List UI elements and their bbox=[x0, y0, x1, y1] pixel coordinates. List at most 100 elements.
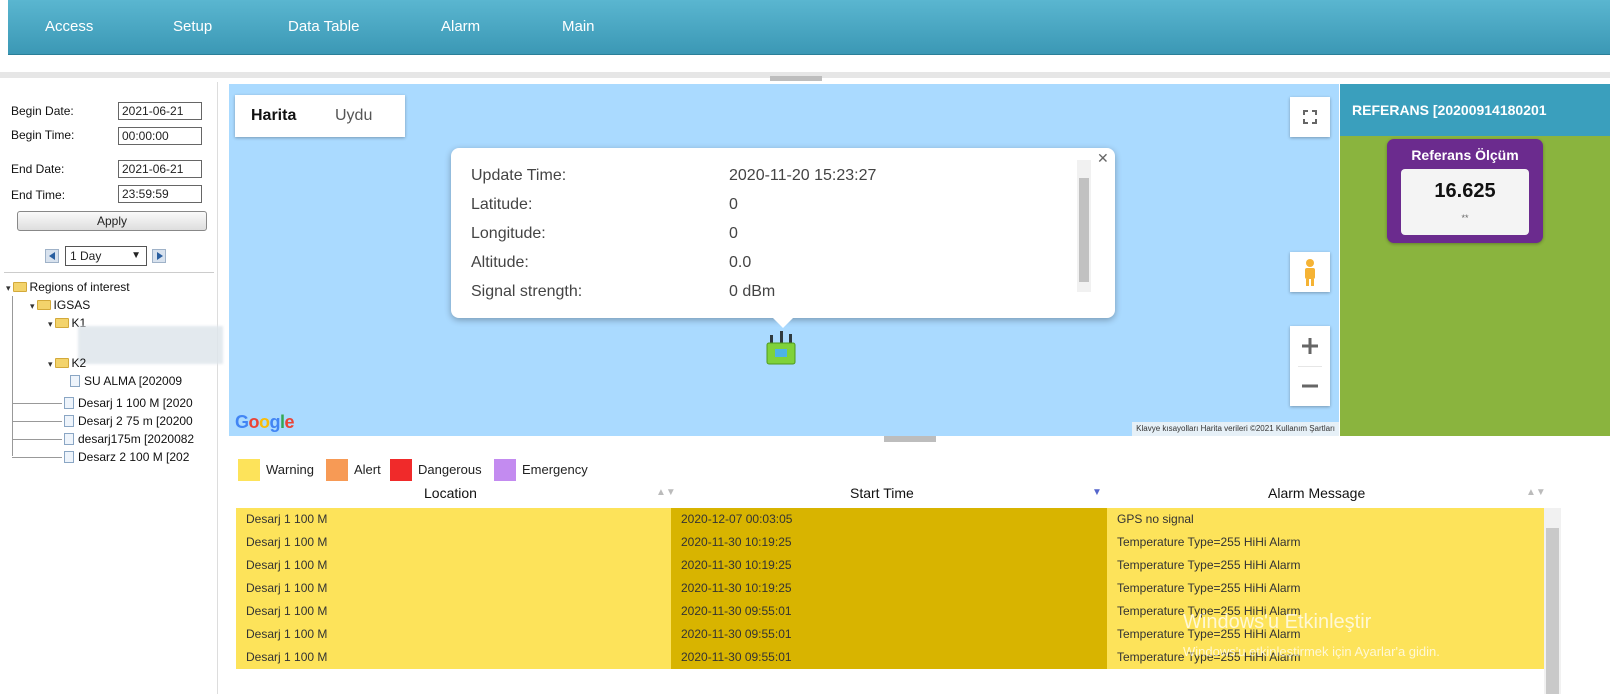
tree-node-desarz2[interactable]: Desarz 2 100 M [202 bbox=[64, 450, 189, 464]
street-view-button[interactable] bbox=[1290, 252, 1330, 292]
cell-location: Desarj 1 100 M bbox=[236, 600, 671, 623]
tree-node-desarj175[interactable]: desarj175m [2020082 bbox=[64, 432, 194, 446]
collapse-icon[interactable]: ▾ bbox=[6, 283, 11, 294]
gauge-value-box: 16.625 ** bbox=[1401, 169, 1529, 235]
popup-update-time-value: 2020-11-20 15:23:27 bbox=[729, 167, 877, 184]
table-row[interactable]: Desarj 1 100 M 2020-11-30 10:19:25 Tempe… bbox=[236, 531, 1544, 554]
cell-start-time: 2020-11-30 10:19:25 bbox=[671, 554, 1107, 577]
tree-node-desarz2-label: Desarz 2 100 M [202 bbox=[78, 450, 190, 464]
popup-signal-label: Signal strength: bbox=[471, 283, 583, 300]
activation-watermark-title: Windows'u Etkinleştir bbox=[1183, 611, 1372, 633]
nav-data-table[interactable]: Data Table bbox=[288, 18, 359, 35]
map-type-tabs: Harita Uydu bbox=[235, 95, 405, 137]
next-period-button[interactable] bbox=[152, 249, 166, 263]
nav-main[interactable]: Main bbox=[562, 18, 595, 35]
close-icon[interactable]: ✕ bbox=[1097, 150, 1109, 167]
end-time-label: End Time: bbox=[11, 188, 66, 202]
splitter-grip[interactable] bbox=[884, 436, 936, 442]
popup-longitude-label: Longitude: bbox=[471, 225, 546, 242]
cell-location: Desarj 1 100 M bbox=[236, 577, 671, 600]
tree-node-desarj2[interactable]: Desarj 2 75 m [20200 bbox=[64, 414, 193, 428]
popup-altitude-value: 0.0 bbox=[729, 254, 752, 271]
info-popup: ✕ Update Time: 2020-11-20 15:23:27 Latit… bbox=[451, 148, 1115, 328]
end-time-input[interactable]: 23:59:59 bbox=[118, 185, 202, 203]
collapse-icon[interactable]: ▾ bbox=[48, 319, 53, 330]
reference-gauge: Referans Ölçüm 16.625 ** bbox=[1387, 139, 1543, 243]
file-icon bbox=[70, 375, 80, 387]
table-row[interactable]: Desarj 1 100 M 2020-12-07 00:03:05 GPS n… bbox=[236, 508, 1544, 531]
table-row[interactable]: Desarj 1 100 M 2020-11-30 10:19:25 Tempe… bbox=[236, 554, 1544, 577]
column-header-location[interactable]: Location bbox=[424, 485, 477, 501]
cell-alarm-message: GPS no signal bbox=[1107, 508, 1544, 531]
station-header: REFERANS [20200914180201 bbox=[1340, 84, 1610, 136]
tree-node-desarj1[interactable]: Desarj 1 100 M [2020 bbox=[64, 396, 193, 410]
file-icon bbox=[64, 415, 74, 427]
sort-desc-icon[interactable]: ▼ bbox=[1092, 487, 1102, 498]
begin-date-input[interactable]: 2021-06-21 bbox=[118, 102, 202, 120]
column-header-start-time[interactable]: Start Time bbox=[850, 485, 914, 501]
minus-icon bbox=[1302, 384, 1318, 388]
folder-icon bbox=[54, 358, 69, 368]
popup-signal-value: 0 dBm bbox=[729, 283, 776, 300]
cell-location: Desarj 1 100 M bbox=[236, 646, 671, 669]
gauge-unit: ** bbox=[1461, 213, 1469, 223]
apply-button[interactable]: Apply bbox=[17, 211, 207, 231]
cell-start-time: 2020-11-30 09:55:01 bbox=[671, 623, 1107, 646]
period-select-value: 1 Day bbox=[70, 249, 102, 263]
sort-icon[interactable]: ▲▼ bbox=[656, 487, 676, 498]
cell-start-time: 2020-11-30 10:19:25 bbox=[671, 531, 1107, 554]
nav-setup[interactable]: Setup bbox=[173, 18, 212, 35]
column-header-alarm-message[interactable]: Alarm Message bbox=[1268, 485, 1365, 501]
popup-latitude-value: 0 bbox=[729, 196, 738, 213]
tab-satellite[interactable]: Uydu bbox=[335, 107, 372, 125]
begin-time-input[interactable]: 00:00:00 bbox=[118, 127, 202, 145]
previous-period-button[interactable] bbox=[45, 249, 59, 263]
tree-node-desarj1-label: Desarj 1 100 M [2020 bbox=[78, 396, 193, 410]
tree-line bbox=[12, 457, 62, 458]
period-select[interactable]: 1 Day ▼ bbox=[65, 246, 147, 266]
collapse-icon[interactable]: ▾ bbox=[48, 359, 53, 370]
map-view[interactable]: Harita Uydu ✕ Update Time: 2020-11-20 15… bbox=[229, 84, 1339, 436]
arrow-right-icon bbox=[157, 252, 163, 260]
tree-node-su-alma-label: SU ALMA [202009 bbox=[84, 374, 183, 388]
table-row[interactable]: Desarj 1 100 M 2020-11-30 10:19:25 Tempe… bbox=[236, 577, 1544, 600]
cell-start-time: 2020-11-30 10:19:25 bbox=[671, 577, 1107, 600]
gauge-title: Referans Ölçüm bbox=[1411, 147, 1519, 163]
fullscreen-button[interactable] bbox=[1290, 97, 1330, 137]
tree-line bbox=[12, 403, 62, 404]
top-bar: Access Setup Data Table Alarm Main bbox=[0, 0, 1610, 62]
splitter-grip[interactable] bbox=[770, 76, 822, 81]
tree-node-k2[interactable]: ▾ K2 bbox=[48, 356, 86, 370]
tree-line bbox=[12, 296, 13, 456]
tree-node-igsas[interactable]: ▾ IGSAS bbox=[30, 298, 90, 312]
redacted-area bbox=[78, 326, 223, 364]
popup-update-time-label: Update Time: bbox=[471, 167, 567, 184]
collapse-icon[interactable]: ▾ bbox=[30, 301, 35, 312]
cell-location: Desarj 1 100 M bbox=[236, 623, 671, 646]
cell-start-time: 2020-11-30 09:55:01 bbox=[671, 646, 1107, 669]
nav-access[interactable]: Access bbox=[45, 18, 93, 35]
tree-node-su-alma[interactable]: SU ALMA [202009 bbox=[70, 374, 182, 388]
zoom-out-button[interactable] bbox=[1290, 366, 1330, 406]
map-attribution[interactable]: Klavye kısayolları Harita verileri ©2021… bbox=[1132, 422, 1339, 436]
nav-alarm[interactable]: Alarm bbox=[441, 18, 480, 35]
tree-node-igsas-label: IGSAS bbox=[53, 298, 91, 312]
main-navbar: Access Setup Data Table Alarm Main bbox=[8, 0, 1610, 55]
folder-icon bbox=[12, 282, 27, 292]
tab-map[interactable]: Harita bbox=[251, 107, 296, 125]
tree-node-regions[interactable]: ▾ Regions of interest bbox=[6, 280, 130, 294]
popup-scrollbar-thumb[interactable] bbox=[1079, 178, 1089, 282]
folder-icon bbox=[36, 300, 51, 310]
folder-icon bbox=[54, 318, 69, 328]
table-scrollbar-thumb[interactable] bbox=[1546, 528, 1559, 694]
file-icon bbox=[64, 397, 74, 409]
cell-location: Desarj 1 100 M bbox=[236, 531, 671, 554]
chevron-down-icon: ▼ bbox=[131, 250, 141, 261]
sort-icon[interactable]: ▲▼ bbox=[1526, 487, 1546, 498]
zoom-in-button[interactable] bbox=[1290, 326, 1330, 366]
cell-alarm-message: Temperature Type=255 HiHi Alarm bbox=[1107, 577, 1544, 600]
begin-time-label: Begin Time: bbox=[11, 128, 75, 142]
plus-icon bbox=[1302, 338, 1318, 354]
device-marker-icon[interactable] bbox=[766, 331, 796, 365]
end-date-input[interactable]: 2021-06-21 bbox=[118, 160, 202, 178]
